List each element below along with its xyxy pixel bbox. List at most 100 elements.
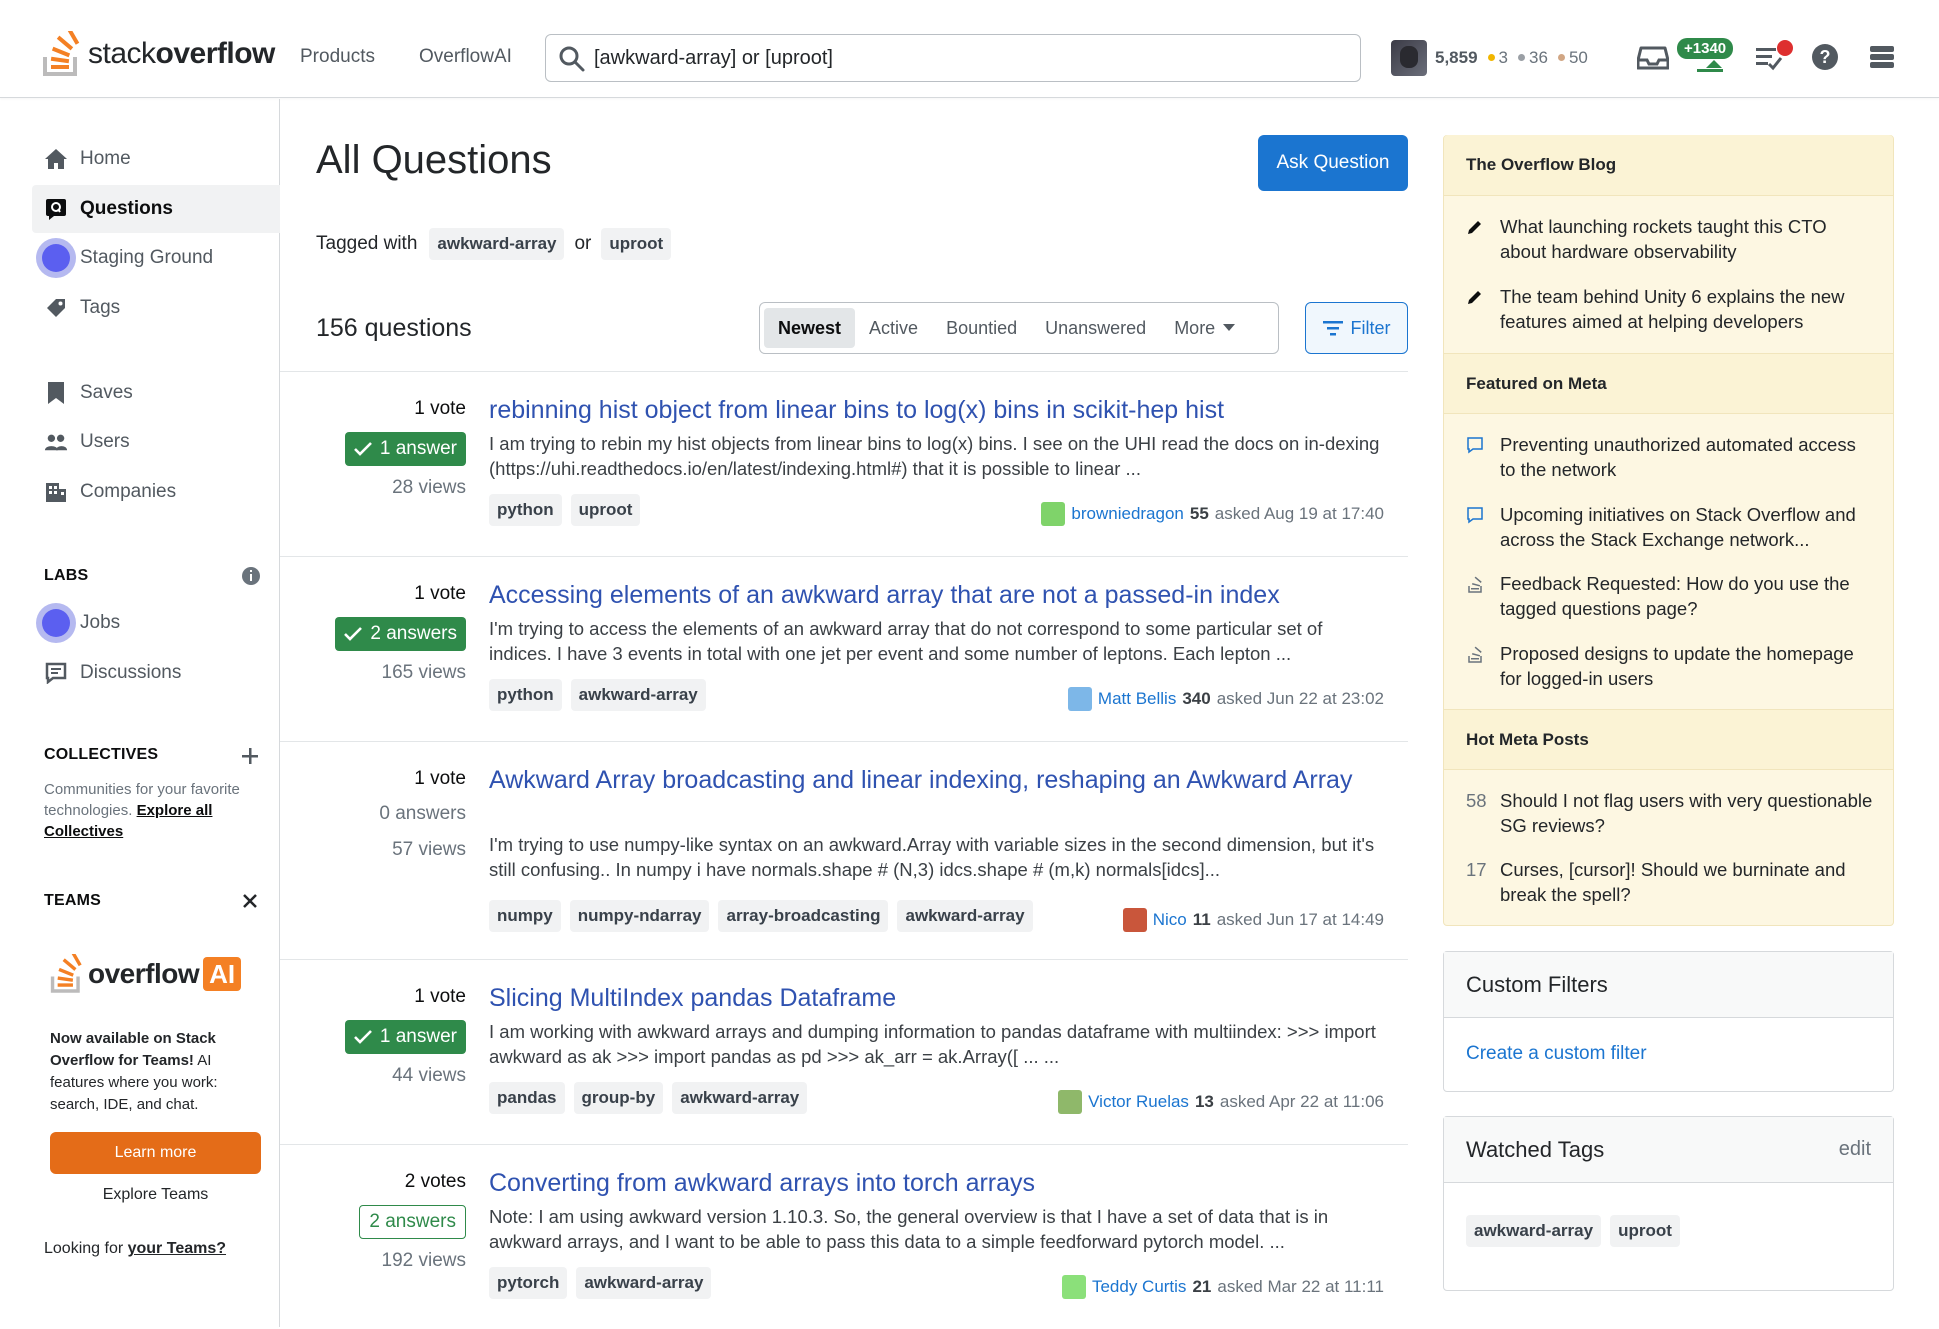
user-reputation: 13 xyxy=(1194,1092,1214,1111)
user-avatar[interactable] xyxy=(1067,687,1092,711)
question-title-link[interactable]: Slicing MultiIndex pandas Dataframe xyxy=(489,982,1359,1015)
user-avatar[interactable] xyxy=(1058,1090,1083,1114)
info-icon[interactable] xyxy=(241,566,261,586)
bookmark-icon xyxy=(44,381,68,405)
sort-newest[interactable]: Newest xyxy=(764,308,856,348)
sort-active[interactable]: Active xyxy=(855,308,932,348)
sidebar-item-jobs[interactable]: Jobs xyxy=(32,599,280,647)
question-tag[interactable]: awkward-array xyxy=(576,1267,712,1299)
close-icon[interactable] xyxy=(242,893,258,909)
question-excerpt: I'm trying to use numpy-like syntax on a… xyxy=(489,834,1375,880)
question-title-link[interactable]: rebinning hist object from linear bins t… xyxy=(489,394,1359,427)
user-name-link[interactable]: Nico xyxy=(1153,910,1187,930)
question-title-link[interactable]: Converting from awkward arrays into torc… xyxy=(489,1167,1359,1200)
question-row: 1 vote 1 answer 28 views rebinning hist obj… xyxy=(280,371,1408,556)
question-tag[interactable]: pandas xyxy=(489,1082,565,1114)
question-tag[interactable]: numpy xyxy=(489,900,561,932)
caret-down-icon xyxy=(1223,324,1236,331)
question-tag[interactable]: array-broadcasting xyxy=(718,900,889,932)
question-title-link[interactable]: Awkward Array broadcasting and linear in… xyxy=(489,764,1359,797)
question-title-link[interactable]: Accessing elements of an awkward array t… xyxy=(489,579,1359,612)
question-meta: Victor Ruelas 13 asked Apr 22 at 11:06 xyxy=(1058,1090,1384,1114)
tagged-or-label: or xyxy=(574,233,592,254)
plus-icon[interactable] xyxy=(241,747,259,765)
question-row: 1 vote 1 answer 44 views Slicing MultiIndex… xyxy=(280,959,1408,1144)
sort-more[interactable]: More xyxy=(1160,308,1249,348)
filter-button[interactable]: Filter xyxy=(1305,302,1408,354)
meta-chat-icon xyxy=(1466,432,1500,482)
search-input[interactable]: [awkward-array] or [uproot] xyxy=(545,34,1361,82)
ask-question-button[interactable]: Ask Question xyxy=(1258,135,1408,191)
sort-more-label: More xyxy=(1174,317,1216,338)
pencil-icon xyxy=(1466,284,1500,334)
meta-item[interactable]: Preventing unauthorized automated access… xyxy=(1466,432,1876,482)
blog-item[interactable]: What launching rockets taught this CTO a… xyxy=(1466,214,1876,264)
tag-uproot[interactable]: uproot xyxy=(601,228,672,260)
create-custom-filter-link[interactable]: Create a custom filter xyxy=(1444,1043,1893,1065)
question-tag[interactable]: uproot xyxy=(570,494,641,526)
blog-item[interactable]: The team behind Unity 6 explains the new… xyxy=(1466,284,1876,334)
reputation: 5,859 xyxy=(1435,48,1478,67)
stack-exchange-icon xyxy=(1466,571,1500,621)
hot-meta-heading: Hot Meta Posts xyxy=(1444,709,1893,770)
silver-badge-icon xyxy=(1518,53,1526,61)
sidebar-item-label: Users xyxy=(80,431,130,452)
sidebar-item-discussions[interactable]: Discussions xyxy=(32,649,280,697)
meta-item[interactable]: Feedback Requested: How do you use the t… xyxy=(1466,571,1876,621)
tag-awkward-array[interactable]: awkward-array xyxy=(429,228,565,260)
custom-filters-card: Custom Filters Create a custom filter xyxy=(1443,951,1894,1092)
user-name-link[interactable]: Teddy Curtis xyxy=(1092,1277,1186,1297)
learn-more-button[interactable]: Learn more xyxy=(50,1132,261,1174)
accepted-check-icon xyxy=(344,627,363,641)
sort-unanswered[interactable]: Unanswered xyxy=(1031,308,1160,348)
watched-tag[interactable]: awkward-array xyxy=(1466,1215,1602,1247)
question-tag[interactable]: awkward-array xyxy=(897,900,1033,932)
accepted-check-icon xyxy=(353,442,372,456)
sidebar-item-users[interactable]: Users xyxy=(32,418,280,466)
user-avatar[interactable] xyxy=(1122,908,1147,932)
help-icon[interactable]: ? xyxy=(1810,42,1840,72)
sidebar-item-tags[interactable]: Tags xyxy=(32,284,280,332)
question-tag[interactable]: awkward-array xyxy=(570,679,706,711)
achievements-badge[interactable]: +1340 xyxy=(1677,38,1734,59)
explore-teams-link[interactable]: Explore Teams xyxy=(50,1186,261,1204)
hot-meta-item[interactable]: 58 Should I not flag users with very que… xyxy=(1466,788,1876,838)
question-tag[interactable]: numpy-ndarray xyxy=(569,900,710,932)
nav-products[interactable]: Products xyxy=(300,46,375,68)
user-avatar[interactable] xyxy=(1061,1275,1086,1299)
nav-overflowai[interactable]: OverflowAI xyxy=(419,46,512,68)
sidebar-item-home[interactable]: Home xyxy=(32,135,280,183)
question-tag[interactable]: group-by xyxy=(573,1082,664,1114)
user-name-link[interactable]: Victor Ruelas xyxy=(1088,1092,1189,1112)
user-name-link[interactable]: Matt Bellis xyxy=(1098,689,1176,709)
sidebar-item-staging-ground[interactable]: Staging Ground xyxy=(32,234,280,282)
stack-exchange-icon xyxy=(1466,641,1500,691)
your-teams-link[interactable]: your Teams? xyxy=(128,1240,226,1257)
question-tags: python awkward-array xyxy=(489,679,706,711)
blog-sidebar: The Overflow Blog What launching rockets… xyxy=(1443,135,1894,926)
stackoverflow-logo[interactable]: stackoverflow xyxy=(42,30,275,78)
sidebar-item-questions[interactable]: Questions xyxy=(32,185,280,233)
user-name-link[interactable]: browniedragon xyxy=(1071,504,1183,524)
meta-item[interactable]: Upcoming initiatives on Stack Overflow a… xyxy=(1466,502,1876,552)
vote-count: 1 vote xyxy=(414,986,466,1007)
sidebar-item-companies[interactable]: Companies xyxy=(32,468,280,516)
sort-bountied[interactable]: Bountied xyxy=(932,308,1031,348)
inbox-icon[interactable] xyxy=(1637,42,1669,72)
user-avatar[interactable] xyxy=(1041,502,1066,526)
user-profile-link[interactable]: 5,859 3 36 50 xyxy=(1391,38,1588,78)
question-tag[interactable]: awkward-array xyxy=(672,1082,808,1114)
logo-text-bold: overflow xyxy=(155,37,276,70)
sidebar-item-saves[interactable]: Saves xyxy=(32,369,280,417)
answer-count: 1 answer xyxy=(344,1020,466,1054)
watched-tags-edit-link[interactable]: edit xyxy=(1839,1138,1871,1161)
question-tags: python uproot xyxy=(489,494,641,526)
sidebar-item-label: Tags xyxy=(80,297,121,318)
site-switcher-icon[interactable] xyxy=(1868,42,1896,72)
question-tag[interactable]: python xyxy=(489,494,562,526)
watched-tag[interactable]: uproot xyxy=(1610,1215,1680,1247)
hot-meta-item[interactable]: 17 Curses, [cursor]! Should we burninate… xyxy=(1466,857,1876,907)
question-tag[interactable]: pytorch xyxy=(489,1267,568,1299)
meta-item[interactable]: Proposed designs to update the homepage … xyxy=(1466,641,1876,691)
question-tag[interactable]: python xyxy=(489,679,562,711)
